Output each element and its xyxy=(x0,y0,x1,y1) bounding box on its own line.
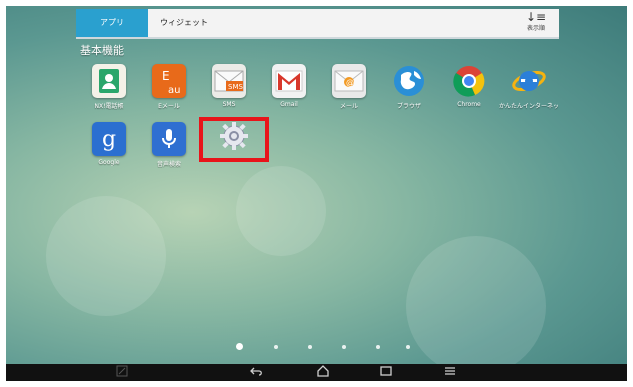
app-email[interactable]: @ メール xyxy=(319,64,379,110)
back-icon[interactable] xyxy=(250,365,266,380)
home-screen: アプリ ウィジェット ↓≡ 表示順 基本機能 NX!電話帳 Eau Eメール S… xyxy=(6,6,627,381)
app-au-email[interactable]: Eau Eメール xyxy=(139,64,199,110)
svg-text:@: @ xyxy=(346,78,354,87)
app-voice-search[interactable]: 音声検索 xyxy=(139,122,199,168)
sort-label: 表示順 xyxy=(526,25,545,32)
app-label: かんたんインターネット xyxy=(499,103,559,110)
browser-globe-icon xyxy=(392,64,426,98)
app-contacts[interactable]: NX!電話帳 xyxy=(79,64,139,110)
app-label: ブラウザ xyxy=(396,103,421,110)
section-title: 基本機能 xyxy=(80,44,124,57)
app-label: 音声検索 xyxy=(156,161,181,168)
app-label: Eメール xyxy=(158,103,180,110)
app-easy-internet[interactable]: かんたんインターネット xyxy=(499,64,559,110)
app-google[interactable]: g Google xyxy=(79,122,139,166)
sort-button[interactable]: ↓≡ 表示順 xyxy=(521,11,551,32)
recent-apps-icon[interactable] xyxy=(379,365,395,380)
contacts-icon xyxy=(92,64,126,98)
page-dot-active[interactable] xyxy=(236,343,243,350)
app-label: Gmail xyxy=(280,101,298,108)
svg-text:SMS: SMS xyxy=(228,83,243,91)
wallpaper-bokeh xyxy=(46,196,166,316)
app-chrome[interactable]: Chrome xyxy=(439,64,499,108)
tab-widgets[interactable]: ウィジェット xyxy=(148,9,220,37)
app-label: Google xyxy=(98,159,120,166)
menu-icon[interactable] xyxy=(443,365,459,380)
app-gmail[interactable]: Gmail xyxy=(259,64,319,108)
voice-search-icon xyxy=(152,122,186,156)
wallpaper-bokeh xyxy=(236,166,326,256)
chrome-icon xyxy=(452,64,486,98)
page-dot[interactable] xyxy=(406,345,410,349)
home-icon[interactable] xyxy=(316,365,332,380)
au-email-icon: Eau xyxy=(152,64,186,98)
app-label: Chrome xyxy=(457,101,481,108)
google-search-icon: g xyxy=(92,122,126,156)
page-dot[interactable] xyxy=(308,345,312,349)
email-icon: @ xyxy=(332,64,366,98)
ie-browser-icon xyxy=(512,64,546,98)
svg-text:au: au xyxy=(168,85,180,96)
app-drawer-tabbar: アプリ ウィジェット ↓≡ 表示順 xyxy=(76,9,559,39)
sort-icon: ↓≡ xyxy=(525,10,547,24)
app-label: SMS xyxy=(222,101,236,108)
wallpaper-bokeh xyxy=(406,236,546,376)
highlight-box xyxy=(199,117,269,162)
navigation-bar xyxy=(6,364,627,381)
sms-icon: SMS xyxy=(212,64,246,98)
pen-icon[interactable] xyxy=(116,365,130,380)
app-label: NX!電話帳 xyxy=(94,103,124,110)
page-dot[interactable] xyxy=(274,345,278,349)
app-sms[interactable]: SMS SMS xyxy=(199,64,259,108)
app-browser[interactable]: ブラウザ xyxy=(379,64,439,110)
app-label: メール xyxy=(339,103,358,110)
tab-apps[interactable]: アプリ xyxy=(76,9,148,37)
page-dot[interactable] xyxy=(376,345,380,349)
svg-text:E: E xyxy=(162,69,170,83)
page-dot[interactable] xyxy=(342,345,346,349)
gmail-icon xyxy=(272,64,306,98)
